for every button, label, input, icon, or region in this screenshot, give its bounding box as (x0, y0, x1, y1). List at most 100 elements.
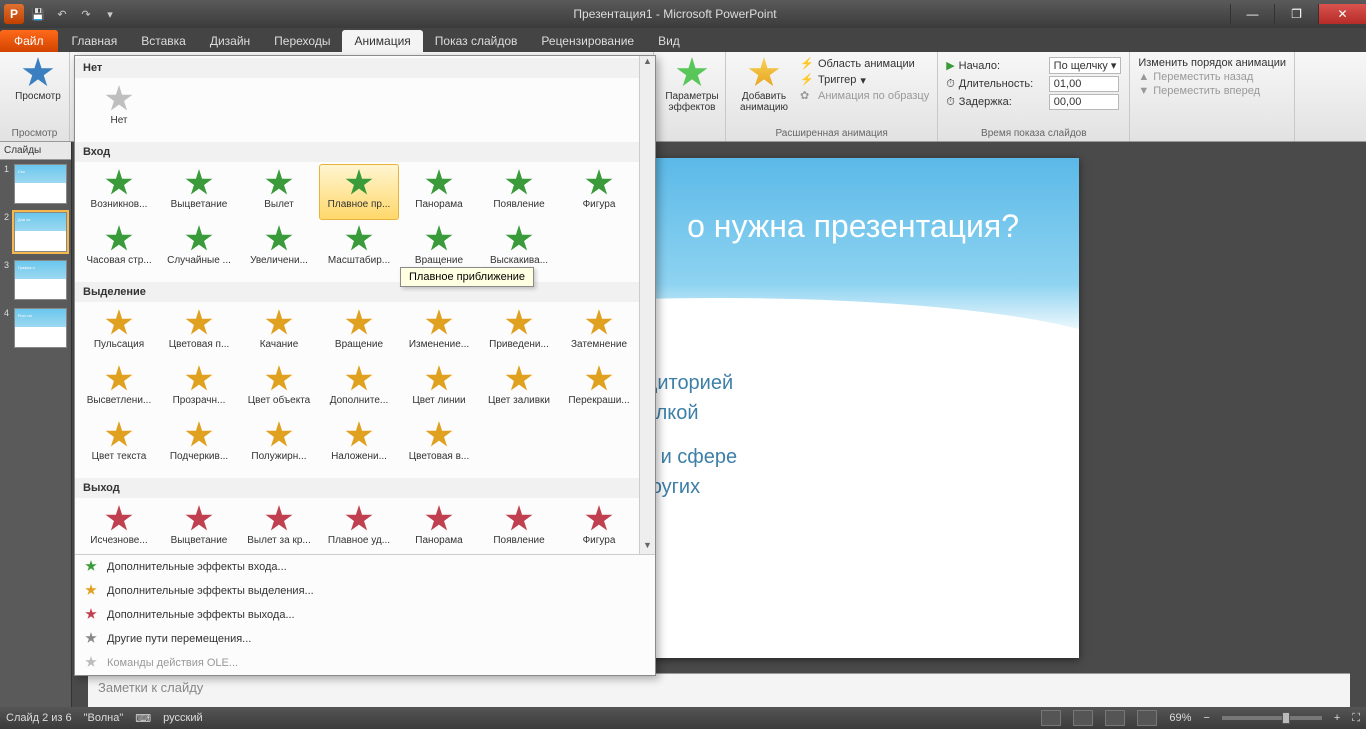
animation-effect-item[interactable]: Вылет (239, 164, 319, 220)
maximize-button[interactable]: ❐ (1274, 4, 1318, 24)
app-icon[interactable]: P (4, 4, 24, 24)
effect-label: Фигура (560, 535, 638, 546)
ribbon-tab[interactable]: Дизайн (198, 30, 262, 52)
animation-effect-item[interactable]: Случайные ... (159, 220, 239, 276)
ribbon-group-effect-options: Параметры эффектов (654, 52, 726, 141)
qat-more-icon[interactable]: ▾ (100, 4, 120, 24)
animation-effect-item[interactable]: Качание (239, 304, 319, 360)
animation-effect-item[interactable]: Панорама (399, 164, 479, 220)
zoom-in-button[interactable]: + (1334, 712, 1340, 724)
ribbon-tab[interactable]: Вставка (129, 30, 198, 52)
gallery-footer-item[interactable]: Дополнительные эффекты входа... (75, 555, 655, 579)
animation-effect-item[interactable]: Появление (479, 164, 559, 220)
status-language[interactable]: русский (163, 712, 202, 724)
sorter-view-button[interactable] (1073, 710, 1093, 726)
effect-label: Появление (480, 199, 558, 210)
quick-access-toolbar: P 💾 ↶ ↷ ▾ (0, 4, 120, 24)
trigger-button[interactable]: ⚡Триггер ▾ (800, 73, 929, 87)
close-button[interactable]: ✕ (1318, 4, 1366, 24)
animation-effect-item[interactable]: Фигура (559, 164, 639, 220)
undo-icon[interactable]: ↶ (52, 4, 72, 24)
animation-effect-item[interactable]: Возникнов... (79, 164, 159, 220)
scroll-down-icon[interactable]: ▼ (640, 540, 655, 554)
animation-effect-item[interactable]: Выцветание (159, 500, 239, 554)
zoom-out-button[interactable]: − (1203, 712, 1209, 724)
redo-icon[interactable]: ↷ (76, 4, 96, 24)
ribbon-tab[interactable]: Переходы (262, 30, 342, 52)
ribbon-tab[interactable]: Показ слайдов (423, 30, 530, 52)
animation-effect-item[interactable]: Изменение... (399, 304, 479, 360)
gallery-footer-item[interactable]: Дополнительные эффекты выделения... (75, 579, 655, 603)
animation-effect-item[interactable]: Часовая стр... (79, 220, 159, 276)
animation-effect-item[interactable]: Вылет за кр... (239, 500, 319, 554)
ribbon-tab[interactable]: Анимация (342, 30, 422, 52)
animation-effect-item[interactable]: Прозрачн... (159, 360, 239, 416)
slide-thumbnail[interactable]: 4Рост по (4, 308, 67, 348)
move-earlier-button[interactable]: ▲ Переместить назад (1138, 71, 1286, 83)
animation-effect-item[interactable]: Цвет текста (79, 416, 159, 472)
add-animation-button[interactable]: Добавить анимацию (734, 55, 794, 113)
start-dropdown[interactable]: По щелчку ▾ (1049, 57, 1122, 74)
animation-effect-item[interactable]: Цветовая п... (159, 304, 239, 360)
reading-view-button[interactable] (1105, 710, 1125, 726)
animation-effect-item[interactable]: Исчезнове... (79, 500, 159, 554)
animation-effect-item[interactable]: Нет (79, 80, 159, 136)
gallery-footer-item[interactable]: Дополнительные эффекты выхода... (75, 603, 655, 627)
animation-effect-item[interactable]: Наложени... (319, 416, 399, 472)
slide-thumbnail[interactable]: 1Соз (4, 164, 67, 204)
zoom-slider[interactable] (1222, 716, 1322, 720)
star-icon (105, 365, 133, 393)
normal-view-button[interactable] (1041, 710, 1061, 726)
delay-input[interactable]: 00,00 (1049, 94, 1119, 110)
animation-effect-item[interactable]: Полужирн... (239, 416, 319, 472)
animation-effect-item[interactable]: Фигура (559, 500, 639, 554)
animation-effect-item[interactable]: Выцветание (159, 164, 239, 220)
animation-painter-button[interactable]: ✿Анимация по образцу (800, 89, 929, 103)
move-later-button[interactable]: ▼ Переместить вперед (1138, 85, 1286, 97)
status-bar: Слайд 2 из 6 "Волна" ⌨ русский 69% − + ⛶ (0, 707, 1366, 729)
animation-effect-item[interactable]: Появление (479, 500, 559, 554)
status-zoom[interactable]: 69% (1169, 712, 1191, 724)
animation-effect-item[interactable]: Цвет заливки (479, 360, 559, 416)
preview-button[interactable]: Просмотр (8, 55, 68, 102)
effect-label: Дополните... (320, 395, 398, 406)
animation-effect-item[interactable]: Пульсация (79, 304, 159, 360)
effect-options-button[interactable]: Параметры эффектов (662, 55, 722, 113)
ribbon-group-advanced-animation: Добавить анимацию ⚡Область анимации ⚡Три… (726, 52, 938, 141)
animation-pane-button[interactable]: ⚡Область анимации (800, 57, 929, 71)
animation-effect-item[interactable]: Цвет линии (399, 360, 479, 416)
animation-effect-item[interactable]: Дополните... (319, 360, 399, 416)
file-tab[interactable]: Файл (0, 30, 58, 52)
slides-panel-tab[interactable]: Слайды (0, 142, 71, 160)
animation-effect-item[interactable]: Вращение (319, 304, 399, 360)
duration-input[interactable]: 01,00 (1049, 76, 1119, 92)
scroll-up-icon[interactable]: ▲ (640, 56, 655, 70)
notes-pane[interactable]: Заметки к слайду (88, 673, 1350, 707)
ribbon-tab[interactable]: Главная (60, 30, 130, 52)
language-icon[interactable]: ⌨ (135, 712, 151, 725)
ribbon-tab[interactable]: Вид (646, 30, 692, 52)
animation-effect-item[interactable]: Цветовая в... (399, 416, 479, 472)
gallery-footer-item[interactable]: Другие пути перемещения... (75, 627, 655, 651)
save-icon[interactable]: 💾 (28, 4, 48, 24)
animation-effect-item[interactable]: Увеличени... (239, 220, 319, 276)
animation-effect-item[interactable]: Цвет объекта (239, 360, 319, 416)
slide-thumbnail[interactable]: 3График п (4, 260, 67, 300)
slide-thumbnail[interactable]: 2Для че (4, 212, 67, 252)
animation-effect-item[interactable]: Панорама (399, 500, 479, 554)
fit-window-button[interactable]: ⛶ (1352, 712, 1360, 725)
minimize-button[interactable]: — (1230, 4, 1274, 24)
gallery-scrollbar[interactable]: ▲ ▼ (639, 56, 655, 554)
thumb-number: 3 (4, 260, 12, 300)
slide-title[interactable]: о нужна презентация? (687, 208, 1019, 245)
animation-effect-item[interactable]: Высветлени... (79, 360, 159, 416)
slideshow-view-button[interactable] (1137, 710, 1157, 726)
animation-effect-item[interactable]: Затемнение (559, 304, 639, 360)
animation-effect-item[interactable]: Масштабир... (319, 220, 399, 276)
animation-effect-item[interactable]: Перекраши... (559, 360, 639, 416)
animation-effect-item[interactable]: Подчеркив... (159, 416, 239, 472)
ribbon-tab[interactable]: Рецензирование (529, 30, 646, 52)
animation-effect-item[interactable]: Плавное пр... (319, 164, 399, 220)
animation-effect-item[interactable]: Приведени... (479, 304, 559, 360)
animation-effect-item[interactable]: Плавное уд... (319, 500, 399, 554)
